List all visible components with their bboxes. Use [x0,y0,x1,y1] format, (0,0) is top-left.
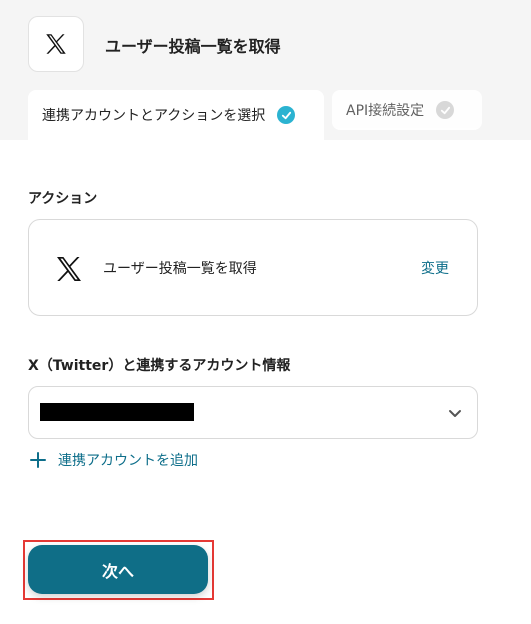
add-account-label: 連携アカウントを追加 [58,453,198,469]
check-circle-icon [436,101,455,119]
page-title: ユーザー投稿一覧を取得 [105,37,281,56]
redacted-account-value [40,403,194,421]
account-select[interactable] [28,386,478,439]
check-circle-icon [277,106,296,124]
tab-label: API接続設定 [346,103,425,119]
action-name: ユーザー投稿一覧を取得 [103,261,257,277]
action-card: ユーザー投稿一覧を取得 変更 [28,219,478,316]
action-section-label: アクション [28,191,98,207]
header: ユーザー投稿一覧を取得 連携アカウントとアクションを選択 API接続設定 [0,0,531,140]
change-action-link[interactable]: 変更 [421,258,449,278]
x-logo-icon [57,257,81,281]
plus-icon [30,452,46,468]
app-icon [28,16,84,72]
chevron-down-icon [449,410,461,417]
next-button[interactable]: 次へ [28,545,208,594]
add-account-link[interactable]: 連携アカウントを追加 [30,450,198,470]
x-logo-icon [46,34,66,54]
tab-api-settings[interactable]: API接続設定 [332,90,482,130]
account-section-label: X（Twitter）と連携するアカウント情報 [28,358,291,374]
tab-label: 連携アカウントとアクションを選択 [42,108,266,124]
tab-account-action[interactable]: 連携アカウントとアクションを選択 [28,90,324,140]
